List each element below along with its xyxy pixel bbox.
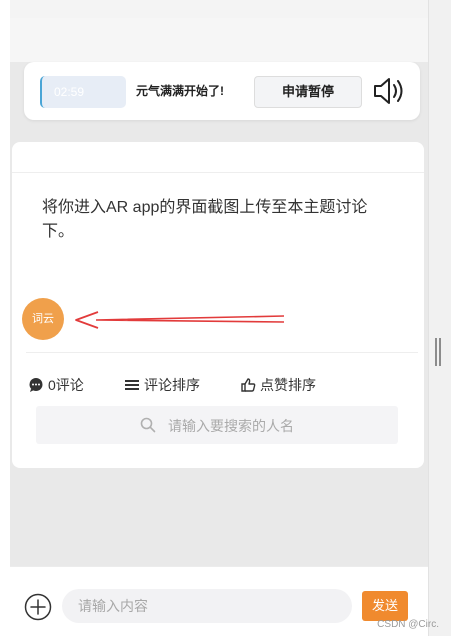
thumbs-up-icon <box>241 378 256 392</box>
comments-count-button[interactable]: 0评论 <box>28 374 84 396</box>
comment-sort-button[interactable]: 评论排序 <box>124 374 200 396</box>
speaker-icon[interactable] <box>372 75 406 107</box>
topic-prompt: 将你进入AR app的界面截图上传至本主题讨论下。 <box>42 199 368 240</box>
search-icon <box>140 417 156 433</box>
scrollbar-grip[interactable] <box>435 338 441 366</box>
divider <box>26 352 418 353</box>
like-sort-button[interactable]: 点赞排序 <box>240 374 316 396</box>
countdown-timer: 02:59 <box>40 76 126 108</box>
watermark: CSDN @Circ. <box>377 619 439 630</box>
name-search-box[interactable]: 请输入要搜索的人名 <box>36 406 398 444</box>
add-circle-icon[interactable] <box>24 593 52 621</box>
status-message: 元气满满开始了! <box>136 84 224 98</box>
phone-screen: 02:59 元气满满开始了! 申请暂停 将你进入AR app的界面截图上传至本主… <box>10 0 428 636</box>
avatar[interactable]: 词云 <box>22 298 64 340</box>
annotation-arrow-icon <box>75 311 285 329</box>
comment-sort-label: 评论排序 <box>144 377 200 393</box>
chat-bubble-icon <box>29 378 43 392</box>
divider <box>12 172 424 173</box>
action-row: 0评论 评论排序 点赞排序 <box>28 374 418 396</box>
scrollbar[interactable] <box>428 0 451 636</box>
search-placeholder: 请输入要搜索的人名 <box>168 418 294 434</box>
status-card: 02:59 元气满满开始了! 申请暂停 <box>24 62 420 120</box>
top-strip <box>10 0 428 18</box>
topic-card: 将你进入AR app的界面截图上传至本主题讨论下。 词云 0评论 评论排序 点赞… <box>12 142 424 468</box>
bottom-input-bar: 发送 <box>10 566 428 636</box>
header-band <box>10 18 428 62</box>
request-pause-button[interactable]: 申请暂停 <box>254 76 362 108</box>
message-input[interactable] <box>62 589 352 623</box>
like-sort-label: 点赞排序 <box>260 377 316 393</box>
send-button[interactable]: 发送 <box>362 591 408 621</box>
list-icon <box>125 380 139 390</box>
comments-count-label: 0评论 <box>48 377 84 393</box>
